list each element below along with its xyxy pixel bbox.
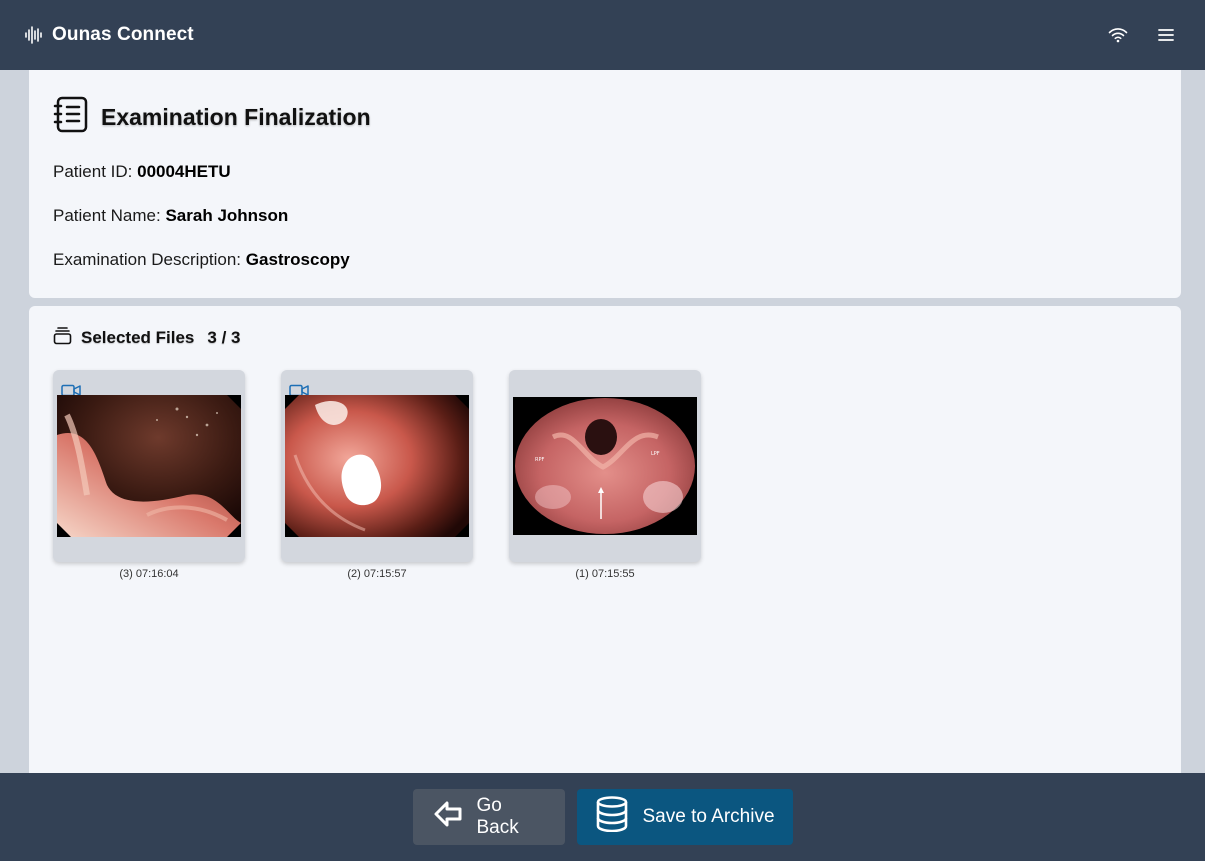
bottom-action-bar: Go Back Save to Archive [0, 773, 1205, 861]
arrow-left-icon [433, 800, 463, 834]
page-title: Examination Finalization [101, 104, 371, 130]
exam-description-label: Examination Description: [53, 250, 242, 269]
go-back-label: Go Back [476, 795, 519, 838]
go-back-button[interactable]: Go Back [412, 789, 565, 845]
file-thumbnail[interactable]: RPF LPF [509, 370, 701, 562]
svg-text:LPF: LPF [651, 451, 660, 457]
file-item: RPF LPF (1) 07:15:55 [509, 370, 701, 580]
patient-name-label: Patient Name: [53, 206, 161, 225]
selected-files-count: 3 / 3 [207, 328, 241, 347]
exam-description-row: Examination Description: Gastroscopy [53, 250, 350, 270]
database-icon [595, 796, 629, 838]
file-thumbnail[interactable] [53, 370, 245, 562]
app-title: Ounas Connect [52, 24, 194, 45]
stack-icon [53, 326, 72, 350]
endoscopy-image: RPF LPF [513, 397, 697, 535]
save-to-archive-button[interactable]: Save to Archive [576, 789, 793, 845]
file-item: (3) 07:16:04 [53, 370, 245, 580]
file-caption: (2) 07:15:57 [347, 568, 407, 580]
file-caption: (3) 07:16:04 [119, 568, 179, 580]
endoscopy-image [285, 395, 469, 537]
notebook-icon [53, 96, 89, 139]
top-bar: Ounas Connect [0, 0, 1205, 70]
hamburger-menu-icon[interactable] [1155, 24, 1177, 46]
file-caption: (1) 07:15:55 [575, 568, 635, 580]
patient-name-value: Sarah Johnson [165, 206, 289, 225]
save-to-archive-label: Save to Archive [642, 806, 775, 827]
patient-id-value: 00004HETU [137, 162, 231, 181]
patient-id-row: Patient ID: 00004HETU [53, 162, 231, 182]
patient-name-row: Patient Name: Sarah Johnson [53, 206, 288, 226]
file-thumbnail[interactable] [281, 370, 473, 562]
endoscopy-image [57, 395, 241, 537]
selected-files-card: Selected Files 3 / 3 (3) 07:16:04 (2) 07… [29, 306, 1181, 786]
brand: Ounas Connect [24, 24, 194, 46]
exam-description-value: Gastroscopy [245, 250, 350, 269]
file-item: (2) 07:15:57 [281, 370, 473, 580]
svg-text:RPF: RPF [535, 457, 544, 463]
patient-id-label: Patient ID: [53, 162, 133, 181]
wifi-icon[interactable] [1107, 24, 1129, 46]
selected-files-title: Selected Files [81, 328, 195, 347]
exam-info-card: Examination Finalization Patient ID: 000… [29, 70, 1181, 298]
waveform-icon [24, 26, 44, 44]
